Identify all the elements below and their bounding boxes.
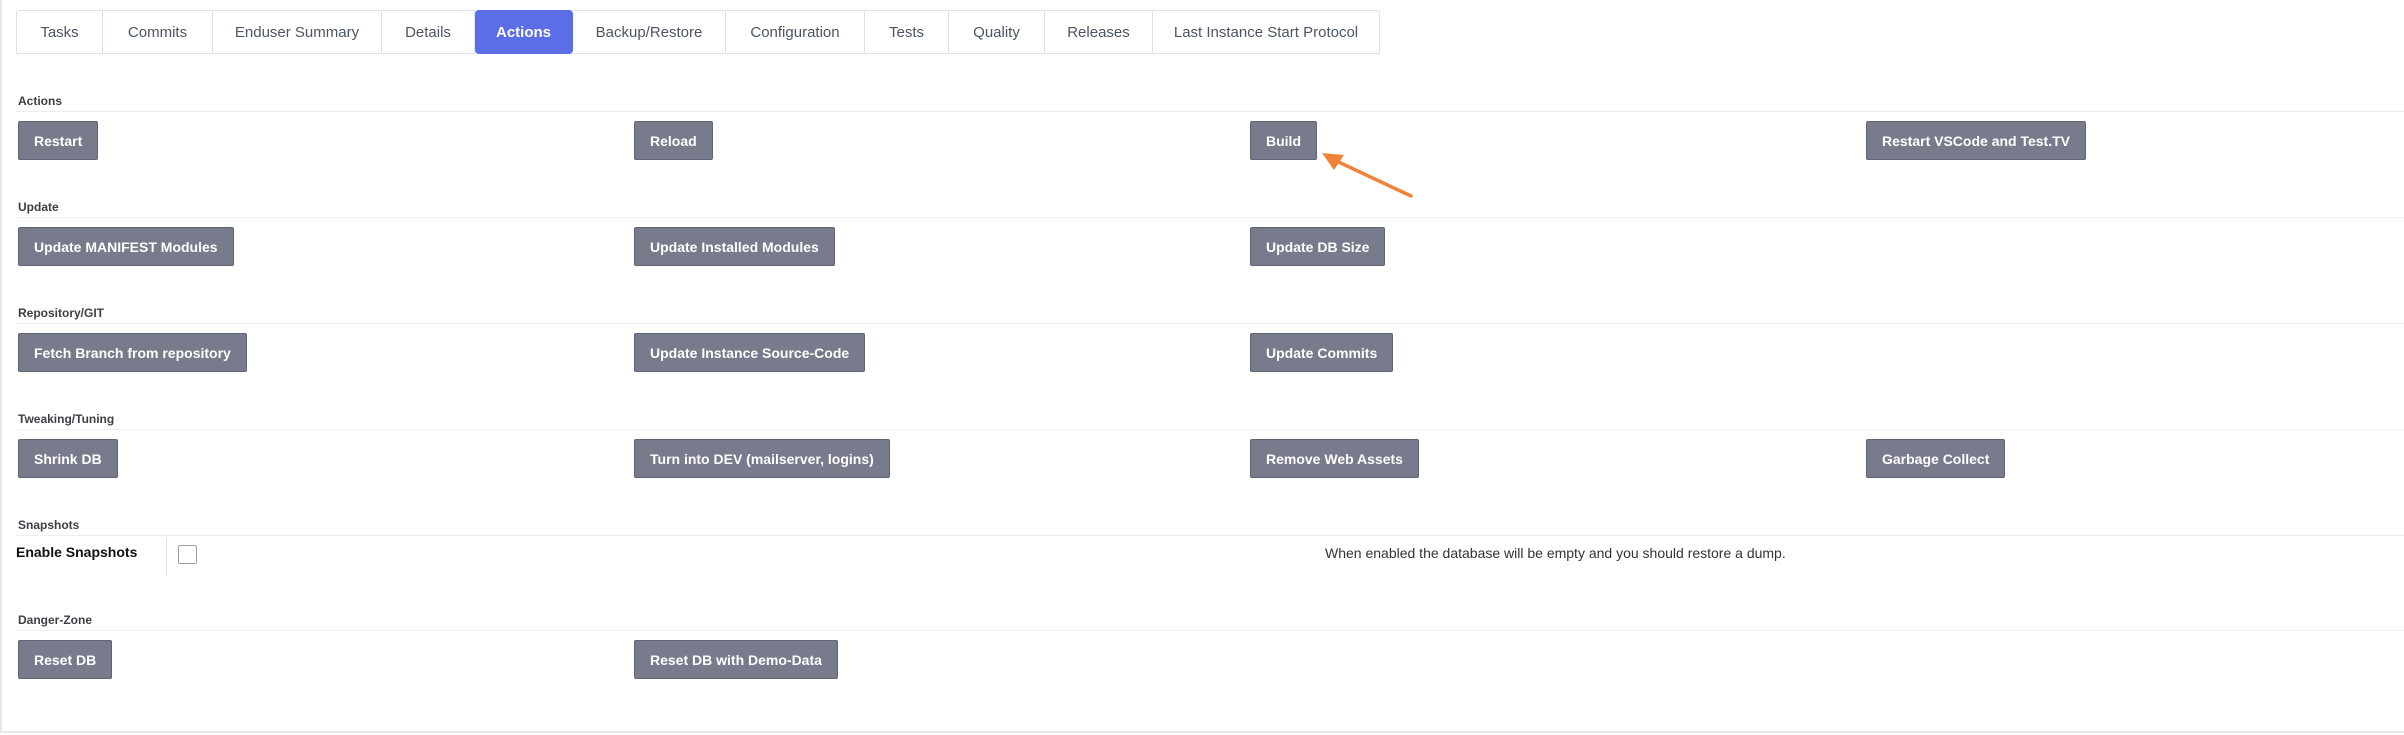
turn-into-dev-button[interactable]: Turn into DEV (mailserver, logins)	[634, 439, 890, 478]
section-divider	[16, 111, 2404, 112]
section-divider	[16, 217, 2404, 218]
enable-snapshots-checkbox[interactable]	[178, 545, 197, 564]
field-separator	[166, 538, 167, 576]
tab-tasks[interactable]: Tasks	[16, 10, 103, 54]
tab-configuration[interactable]: Configuration	[726, 10, 865, 54]
shrink-db-button[interactable]: Shrink DB	[18, 439, 118, 478]
fetch-branch-button[interactable]: Fetch Branch from repository	[18, 333, 247, 372]
tab-details[interactable]: Details	[382, 10, 475, 54]
content-frame	[0, 0, 2404, 733]
build-button[interactable]: Build	[1250, 121, 1317, 160]
tab-enduser-summary[interactable]: Enduser Summary	[213, 10, 382, 54]
update-manifest-modules-button[interactable]: Update MANIFEST Modules	[18, 227, 234, 266]
reload-button[interactable]: Reload	[634, 121, 713, 160]
annotation-arrow-icon	[1322, 153, 1413, 198]
enable-snapshots-label: Enable Snapshots	[16, 544, 138, 560]
section-title-snapshots: Snapshots	[18, 518, 80, 532]
tab-releases[interactable]: Releases	[1045, 10, 1153, 54]
tab-tests[interactable]: Tests	[865, 10, 949, 54]
reset-db-demo-data-button[interactable]: Reset DB with Demo-Data	[634, 640, 838, 679]
section-divider	[16, 323, 2404, 324]
section-title-actions: Actions	[18, 94, 63, 108]
restart-button[interactable]: Restart	[18, 121, 99, 160]
snapshots-help-text: When enabled the database will be empty …	[1325, 545, 1786, 561]
section-divider	[16, 429, 2404, 430]
reset-db-button[interactable]: Reset DB	[18, 640, 113, 679]
section-title-danger-zone: Danger-Zone	[18, 613, 93, 627]
tab-quality[interactable]: Quality	[949, 10, 1045, 54]
tab-last-instance-start-protocol[interactable]: Last Instance Start Protocol	[1153, 10, 1380, 54]
tab-actions[interactable]: Actions	[475, 10, 573, 54]
tab-commits[interactable]: Commits	[103, 10, 213, 54]
section-title-tweaking: Tweaking/Tuning	[18, 412, 115, 426]
restart-vscode-button[interactable]: Restart VSCode and Test.TV	[1866, 121, 2087, 160]
update-commits-button[interactable]: Update Commits	[1250, 333, 1394, 372]
section-title-update: Update	[18, 200, 59, 214]
update-instance-source-code-button[interactable]: Update Instance Source-Code	[634, 333, 866, 372]
update-installed-modules-button[interactable]: Update Installed Modules	[634, 227, 835, 266]
remove-web-assets-button[interactable]: Remove Web Assets	[1250, 439, 1419, 478]
tab-bar: Tasks Commits Enduser Summary Details Ac…	[16, 10, 1380, 54]
section-title-repository: Repository/GIT	[18, 306, 105, 320]
update-db-size-button[interactable]: Update DB Size	[1250, 227, 1386, 266]
tab-backup-restore[interactable]: Backup/Restore	[573, 10, 726, 54]
garbage-collect-button[interactable]: Garbage Collect	[1866, 439, 2006, 478]
section-divider	[16, 630, 2404, 631]
section-divider	[16, 535, 2404, 536]
